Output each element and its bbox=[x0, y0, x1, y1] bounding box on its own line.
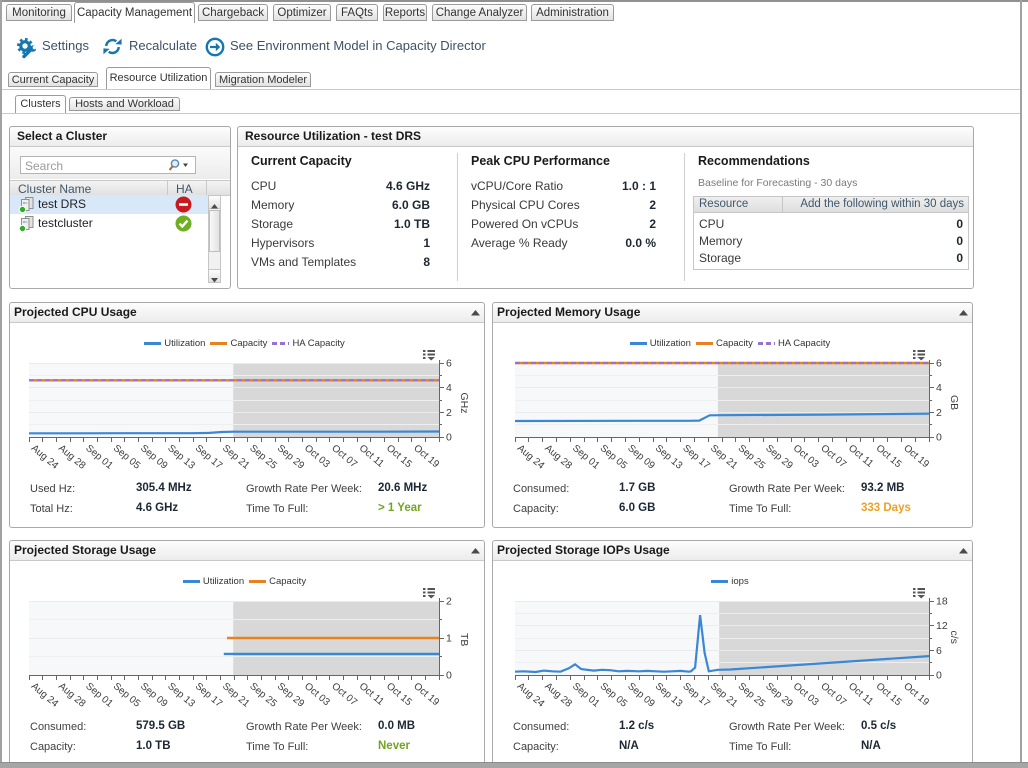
svg-text:Sep 25: Sep 25 bbox=[736, 443, 768, 472]
svg-text:Sep 09: Sep 09 bbox=[625, 443, 657, 472]
svg-text:Sep 05: Sep 05 bbox=[598, 681, 630, 710]
svg-text:Oct 19: Oct 19 bbox=[411, 443, 441, 471]
svg-text:0: 0 bbox=[936, 670, 942, 682]
svg-text:Aug 24: Aug 24 bbox=[515, 443, 547, 472]
svg-text:Oct 19: Oct 19 bbox=[901, 443, 931, 471]
svg-text:Oct 11: Oct 11 bbox=[846, 681, 875, 708]
svg-text:TB: TB bbox=[458, 633, 470, 646]
svg-text:Oct 11: Oct 11 bbox=[846, 443, 875, 470]
svg-text:GHz: GHz bbox=[458, 393, 470, 414]
svg-text:Sep 29: Sep 29 bbox=[275, 443, 307, 472]
svg-text:Sep 09: Sep 09 bbox=[138, 681, 170, 710]
svg-text:Sep 25: Sep 25 bbox=[736, 681, 768, 710]
svg-text:0: 0 bbox=[936, 432, 942, 444]
svg-text:Sep 21: Sep 21 bbox=[708, 443, 740, 472]
svg-text:Sep 29: Sep 29 bbox=[763, 681, 795, 710]
svg-text:Sep 01: Sep 01 bbox=[570, 681, 602, 710]
svg-text:Sep 05: Sep 05 bbox=[111, 443, 143, 472]
svg-text:18: 18 bbox=[936, 596, 948, 608]
svg-text:Sep 01: Sep 01 bbox=[83, 443, 115, 472]
svg-text:Sep 09: Sep 09 bbox=[625, 681, 657, 710]
svg-text:Sep 09: Sep 09 bbox=[138, 443, 170, 472]
svg-text:Oct 03: Oct 03 bbox=[302, 681, 332, 709]
svg-text:Sep 05: Sep 05 bbox=[111, 681, 143, 710]
svg-text:Oct 15: Oct 15 bbox=[384, 443, 414, 471]
svg-text:Sep 13: Sep 13 bbox=[165, 681, 197, 710]
svg-text:Aug 24: Aug 24 bbox=[515, 681, 547, 710]
svg-text:6: 6 bbox=[936, 645, 942, 657]
svg-text:Aug 28: Aug 28 bbox=[542, 443, 574, 472]
svg-text:0: 0 bbox=[446, 432, 452, 444]
svg-text:Aug 28: Aug 28 bbox=[56, 681, 88, 710]
svg-text:Aug 28: Aug 28 bbox=[56, 443, 88, 472]
svg-text:Sep 01: Sep 01 bbox=[570, 443, 602, 472]
svg-text:2: 2 bbox=[446, 596, 452, 608]
svg-text:Sep 17: Sep 17 bbox=[680, 443, 712, 472]
svg-text:12: 12 bbox=[936, 620, 948, 632]
svg-text:Oct 15: Oct 15 bbox=[874, 681, 904, 709]
svg-text:Oct 03: Oct 03 bbox=[302, 443, 332, 471]
svg-text:Sep 17: Sep 17 bbox=[193, 443, 225, 472]
svg-text:Sep 01: Sep 01 bbox=[83, 681, 115, 710]
svg-text:GB: GB bbox=[948, 395, 960, 410]
svg-text:Oct 07: Oct 07 bbox=[818, 443, 848, 471]
svg-text:Oct 19: Oct 19 bbox=[901, 681, 931, 709]
svg-text:Sep 21: Sep 21 bbox=[220, 681, 252, 710]
svg-text:Aug 24: Aug 24 bbox=[29, 681, 61, 710]
svg-text:Sep 17: Sep 17 bbox=[193, 681, 225, 710]
svg-text:4: 4 bbox=[446, 382, 452, 394]
svg-text:Oct 19: Oct 19 bbox=[411, 681, 441, 709]
svg-text:1: 1 bbox=[446, 633, 452, 645]
svg-text:2: 2 bbox=[446, 407, 452, 419]
svg-text:Oct 07: Oct 07 bbox=[329, 443, 359, 471]
svg-text:Sep 13: Sep 13 bbox=[165, 443, 197, 472]
svg-text:Sep 21: Sep 21 bbox=[220, 443, 252, 472]
svg-text:Aug 28: Aug 28 bbox=[542, 681, 574, 710]
svg-text:Sep 29: Sep 29 bbox=[275, 681, 307, 710]
svg-text:4: 4 bbox=[936, 382, 942, 394]
svg-text:0: 0 bbox=[446, 670, 452, 682]
svg-text:Sep 13: Sep 13 bbox=[653, 681, 685, 710]
svg-text:Sep 21: Sep 21 bbox=[708, 681, 740, 710]
svg-text:Sep 25: Sep 25 bbox=[247, 681, 279, 710]
svg-text:Aug 24: Aug 24 bbox=[29, 443, 61, 472]
svg-text:Oct 03: Oct 03 bbox=[791, 681, 821, 709]
svg-text:Oct 15: Oct 15 bbox=[874, 443, 904, 471]
svg-text:Sep 29: Sep 29 bbox=[763, 443, 795, 472]
svg-text:Oct 11: Oct 11 bbox=[357, 443, 386, 470]
svg-text:Sep 25: Sep 25 bbox=[247, 443, 279, 472]
svg-text:Oct 11: Oct 11 bbox=[357, 681, 386, 708]
svg-text:Sep 13: Sep 13 bbox=[653, 443, 685, 472]
svg-text:6: 6 bbox=[936, 358, 942, 370]
svg-text:Oct 03: Oct 03 bbox=[791, 443, 821, 471]
svg-text:Sep 17: Sep 17 bbox=[680, 681, 712, 710]
svg-text:Oct 07: Oct 07 bbox=[329, 681, 359, 709]
svg-text:Oct 15: Oct 15 bbox=[384, 681, 414, 709]
svg-text:Oct 07: Oct 07 bbox=[818, 681, 848, 709]
svg-text:c/s: c/s bbox=[948, 631, 960, 644]
svg-text:2: 2 bbox=[936, 407, 942, 419]
svg-text:Sep 05: Sep 05 bbox=[598, 443, 630, 472]
svg-text:6: 6 bbox=[446, 358, 452, 370]
